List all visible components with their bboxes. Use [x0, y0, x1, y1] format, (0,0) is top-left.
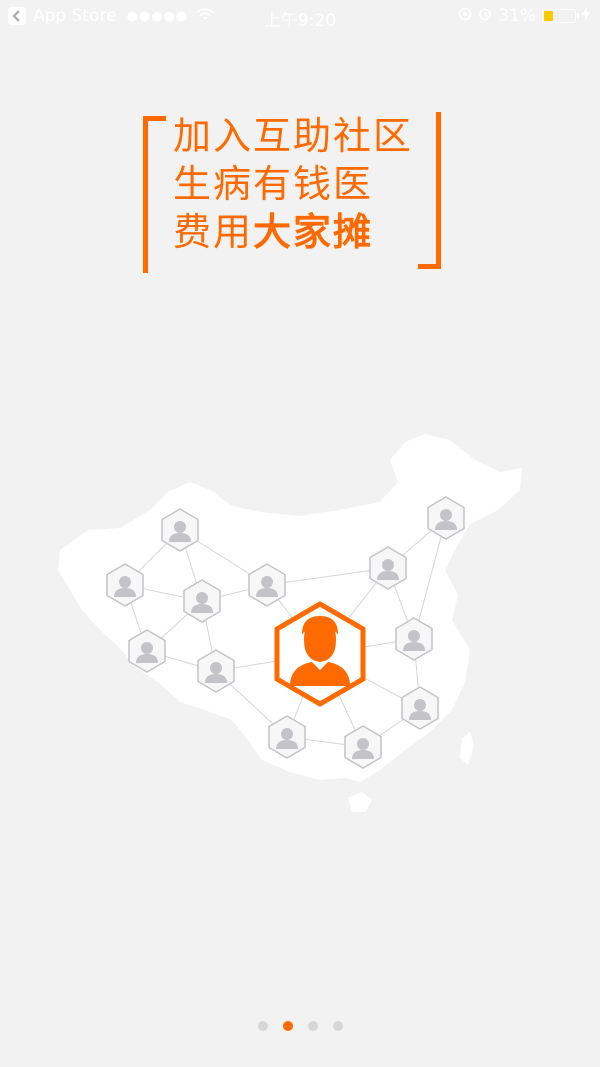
- page-dot[interactable]: [282, 1021, 293, 1031]
- battery-percent: 31%: [498, 6, 536, 26]
- battery-icon: [542, 9, 579, 23]
- headline-block: 加入互助社区 生病有钱医 费用大家摊: [143, 112, 441, 273]
- right-bracket: [418, 112, 441, 269]
- headline-line-3-normal: 费用: [173, 210, 254, 254]
- page-dot[interactable]: [307, 1021, 318, 1031]
- charging-icon: [582, 6, 590, 26]
- page-dot[interactable]: [257, 1021, 268, 1031]
- orientation-lock-icon: [458, 6, 472, 26]
- taiwan-shape: [460, 732, 474, 765]
- status-bar: App Store ●●●●● 上午9:20 31%: [0, 0, 600, 34]
- headline-line-3: 费用大家摊: [173, 208, 413, 256]
- page-dot[interactable]: [332, 1021, 343, 1031]
- headline-text: 加入互助社区 生病有钱医 费用大家摊: [173, 112, 413, 256]
- page-indicator[interactable]: [0, 1021, 600, 1031]
- status-bar-right: 31%: [452, 6, 590, 26]
- battery-fill: [544, 11, 553, 21]
- headline-line-2: 生病有钱医: [173, 162, 374, 206]
- headline-line-3-bold: 大家摊: [253, 210, 374, 254]
- left-bracket: [143, 116, 166, 273]
- alarm-icon: [478, 6, 492, 26]
- china-map-illustration: [0, 420, 600, 830]
- hainan-shape: [348, 792, 372, 812]
- map-svg: [58, 434, 522, 812]
- user-orange-icon: [274, 601, 366, 707]
- headline-line-1: 加入互助社区: [173, 114, 414, 158]
